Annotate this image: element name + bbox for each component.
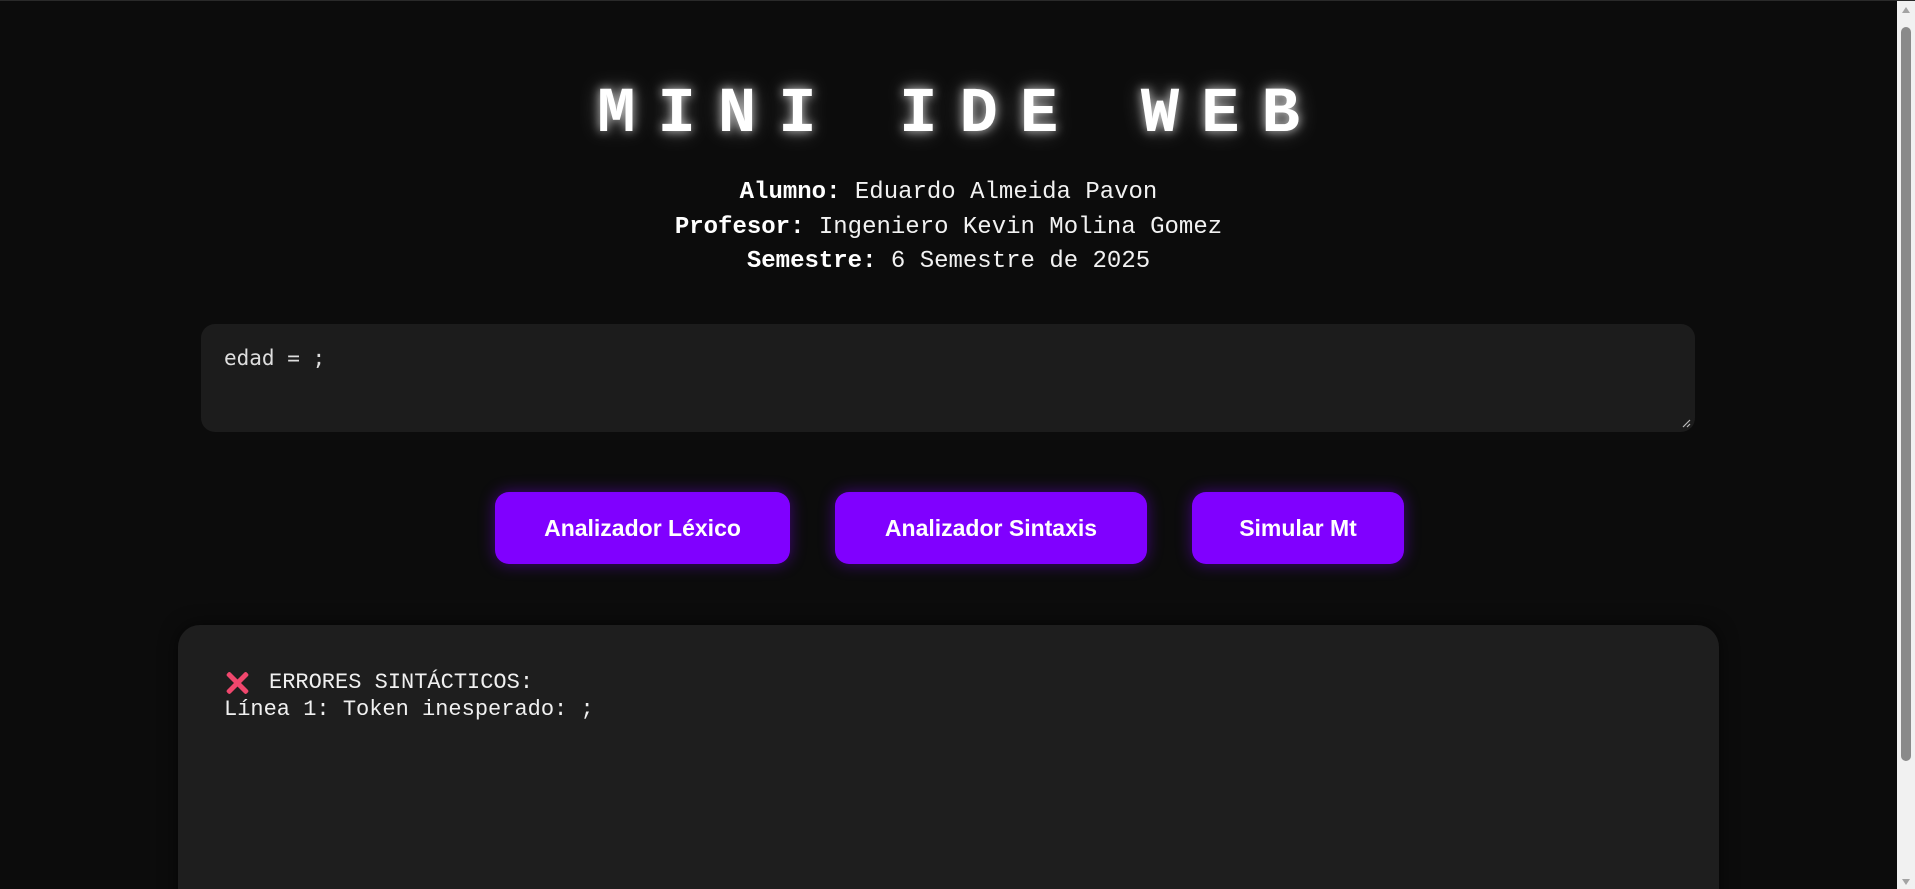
action-buttons: Analizador Léxico Analizador Sintaxis Si… [0,492,1897,564]
alumno-value: Eduardo Almeida Pavon [840,179,1158,206]
vertical-scrollbar[interactable] [1897,1,1915,889]
error-line: Línea 1: Token inesperado: ; [224,697,594,722]
student-info: Alumno: Eduardo Almeida Pavon Profesor: … [0,176,1897,280]
error-heading: ERRORES SINTÁCTICOS: [269,670,534,695]
output-panel: ERRORES SINTÁCTICOS: Línea 1: Token ines… [178,625,1719,889]
scroll-down-icon[interactable] [1897,873,1915,889]
scrollbar-thumb[interactable] [1901,27,1911,761]
page-title: MINI IDE WEB [597,79,1322,151]
scroll-up-icon[interactable] [1897,1,1915,18]
semestre-value: 6 Semestre de 2025 [876,248,1151,275]
error-heading-row: ERRORES SINTÁCTICOS: [224,669,1673,696]
alumno-row: Alumno: Eduardo Almeida Pavon [0,176,1897,211]
profesor-value: Ingeniero Kevin Molina Gomez [804,213,1223,241]
semestre-label: Semestre: [746,248,877,275]
page: MINI IDE WEB Alumno: Eduardo Almeida Pav… [0,1,1897,889]
alumno-label: Alumno: [739,179,841,206]
code-editor[interactable]: edad = ; [201,324,1695,432]
profesor-label: Profesor: [674,213,805,241]
code-editor-text: edad = ; [224,346,326,370]
simulate-mt-button[interactable]: Simular Mt [1192,492,1404,564]
resize-grip-icon[interactable] [1681,418,1691,428]
lexical-analyzer-button[interactable]: Analizador Léxico [495,492,790,564]
profesor-row: Profesor: Ingeniero Kevin Molina Gomez [0,211,1897,246]
syntax-analyzer-button[interactable]: Analizador Sintaxis [835,492,1147,564]
x-icon [224,670,250,696]
semestre-row: Semestre: 6 Semestre de 2025 [0,245,1897,280]
